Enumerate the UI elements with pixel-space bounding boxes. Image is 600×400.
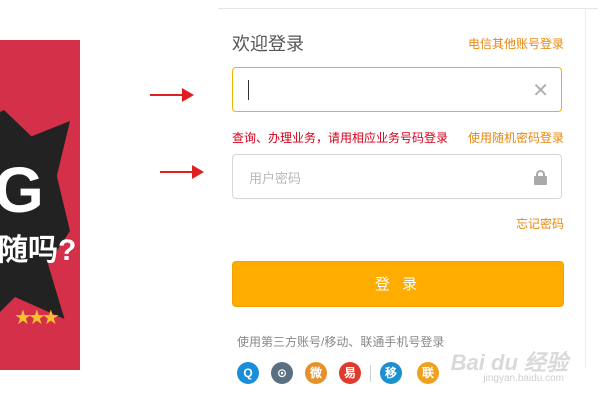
password-input[interactable] — [247, 168, 521, 188]
qq-icon[interactable]: Q — [237, 362, 259, 384]
promo-banner[interactable]: G 随吗? ★★★ — [0, 40, 80, 370]
banner-text: 随吗? — [0, 234, 77, 267]
tianyi-icon[interactable]: ⊙ — [271, 362, 293, 384]
close-icon[interactable]: ✕ — [532, 78, 549, 103]
login-hint-text: 查询、办理业务，请用相应业务号码登录 — [232, 131, 449, 145]
other-account-login-link[interactable]: 电信其他账号登录 — [468, 35, 564, 52]
right-divider — [585, 8, 586, 368]
text-cursor — [248, 80, 249, 100]
random-password-login-link[interactable]: 使用随机密码登录 — [468, 129, 564, 146]
login-button[interactable]: 登 录 — [232, 261, 564, 307]
china-unicom-icon[interactable]: 联 — [417, 362, 439, 384]
third-party-login-text: 使用第三方账号/移动、联通手机号登录 — [237, 335, 445, 349]
phone-number-input[interactable]: ✕ — [232, 67, 562, 112]
login-title: 欢迎登录 — [232, 34, 304, 54]
password-field[interactable] — [232, 154, 562, 199]
top-divider — [218, 8, 598, 9]
annotation-arrow-icon — [150, 88, 194, 102]
watermark-url: jingyan.baidu.com — [483, 373, 564, 384]
annotation-arrow-icon — [160, 165, 204, 179]
yi-icon[interactable]: 易 — [339, 362, 361, 384]
icon-separator — [370, 365, 371, 382]
banner-big-text: G — [0, 154, 44, 226]
weibo-icon[interactable]: 微 — [305, 362, 327, 384]
forgot-password-link[interactable]: 忘记密码 — [516, 215, 564, 232]
china-mobile-icon[interactable]: 移 — [380, 362, 402, 384]
lock-icon — [534, 170, 547, 185]
banner-stars-icon: ★★★ — [14, 307, 60, 329]
